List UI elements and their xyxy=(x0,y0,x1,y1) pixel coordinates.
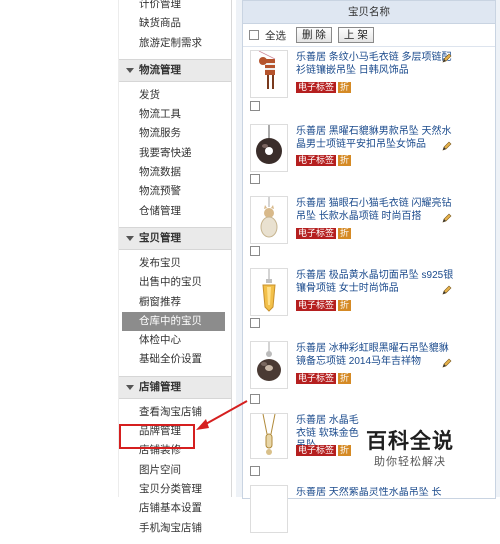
row-checkbox[interactable] xyxy=(250,101,260,111)
list-button[interactable]: 上 架 xyxy=(337,27,374,43)
section-goods-header[interactable]: 宝贝管理 xyxy=(119,226,231,250)
row-checkbox[interactable] xyxy=(250,394,260,404)
discount-badge: 折 xyxy=(338,154,352,166)
e-tag-badge: 电子标签 xyxy=(296,227,337,239)
collapse-triangle-icon xyxy=(126,384,134,390)
product-thumbnail[interactable] xyxy=(250,341,288,389)
sidebar-item-logistics-service[interactable]: 物流服务 xyxy=(119,124,231,143)
product-tags: 电子标签折 xyxy=(296,81,352,93)
discount-badge: 折 xyxy=(338,372,352,384)
product-title-link[interactable]: 乐善居 极品黄水晶切面吊坠 s925银镶骨项链 女士时尚饰品 xyxy=(296,270,456,295)
sidebar-item-mobile-store[interactable]: 手机淘宝店铺 xyxy=(119,519,231,538)
e-tag-badge: 电子标签 xyxy=(296,444,337,456)
row-checkbox[interactable] xyxy=(250,246,260,256)
row-checkbox[interactable] xyxy=(250,318,260,328)
collapse-triangle-icon xyxy=(126,235,134,241)
e-tag-badge: 电子标签 xyxy=(296,154,337,166)
product-title-link[interactable]: 乐善居 天然紫晶灵性水晶吊坠 长 xyxy=(296,487,486,500)
product-title-link[interactable]: 乐善居 猫眼石小猫毛衣链 闪耀亮钻吊坠 长款水晶项链 时尚百搭 xyxy=(296,198,456,223)
highlight-box xyxy=(119,424,195,449)
sidebar-item-image-space[interactable]: 图片空间 xyxy=(119,461,231,480)
product-tags: 电子标签折 xyxy=(296,154,352,166)
sidebar-item-out-of-stock[interactable]: 缺货商品 xyxy=(119,14,231,33)
discount-badge: 折 xyxy=(338,227,352,239)
sidebar-item-logistics-data[interactable]: 物流数据 xyxy=(119,163,231,182)
edit-pencil-icon[interactable] xyxy=(441,212,453,224)
product-tags: 电子标签折 xyxy=(296,444,352,456)
product-thumbnail[interactable] xyxy=(250,268,288,316)
e-tag-badge: 电子标签 xyxy=(296,81,337,93)
sidebar-item-in-warehouse[interactable]: 仓库中的宝贝 xyxy=(122,311,225,332)
product-thumbnail[interactable] xyxy=(250,485,288,533)
sidebar-item-category[interactable]: 宝贝分类管理 xyxy=(119,480,231,499)
sidebar-item-logistics-tools[interactable]: 物流工具 xyxy=(119,105,231,124)
row-checkbox[interactable] xyxy=(250,466,260,476)
sidebar-item-showcase[interactable]: 橱窗推荐 xyxy=(119,293,231,312)
product-tags: 电子标签折 xyxy=(296,227,352,239)
sidebar-item-send-express[interactable]: 我要寄快递 xyxy=(119,144,231,163)
discount-badge: 折 xyxy=(338,299,352,311)
collapse-triangle-icon xyxy=(126,67,134,73)
edit-pencil-icon[interactable] xyxy=(441,357,453,369)
section-title: 宝贝管理 xyxy=(139,231,181,244)
sidebar-item-on-sale[interactable]: 出售中的宝贝 xyxy=(119,273,231,292)
sidebar: 计价管理 缺货商品 旅游定制需求 物流管理 发货 物流工具 物流服务 我要寄快递… xyxy=(118,0,232,534)
discount-badge: 折 xyxy=(338,444,352,456)
sidebar-item-price-manage[interactable]: 计价管理 xyxy=(119,0,231,14)
sidebar-item-travel-custom[interactable]: 旅游定制需求 xyxy=(119,34,231,53)
sidebar-item-base-price[interactable]: 基础全价设置 xyxy=(119,350,231,369)
product-thumbnail[interactable] xyxy=(250,413,288,459)
product-tags: 电子标签折 xyxy=(296,299,352,311)
sidebar-item-health-check[interactable]: 体检中心 xyxy=(119,331,231,350)
watermark: 百科全说 助你轻松解决 xyxy=(352,420,470,472)
section-logistics-header[interactable]: 物流管理 xyxy=(119,58,231,82)
sidebar-item-logistics-alert[interactable]: 物流预警 xyxy=(119,182,231,201)
product-tags: 电子标签折 xyxy=(296,372,352,384)
product-thumbnail[interactable] xyxy=(250,124,288,172)
edit-pencil-icon[interactable] xyxy=(441,284,453,296)
watermark-title: 百科全说 xyxy=(366,430,454,453)
select-all-label: 全选 xyxy=(265,29,286,42)
e-tag-badge: 电子标签 xyxy=(296,372,337,384)
section-title: 店铺管理 xyxy=(139,380,181,393)
row-checkbox[interactable] xyxy=(250,174,260,184)
section-store-header[interactable]: 店铺管理 xyxy=(119,375,231,399)
sidebar-item-publish[interactable]: 发布宝贝 xyxy=(119,254,231,273)
delete-button[interactable]: 删 除 xyxy=(296,27,332,43)
column-header-name: 宝贝名称 xyxy=(243,1,495,24)
watermark-subtitle: 助你轻松解决 xyxy=(374,456,446,468)
table-toolbar: 全选 删 除 上 架 xyxy=(243,24,495,47)
select-all-checkbox[interactable] xyxy=(249,30,259,40)
product-thumbnail[interactable] xyxy=(250,196,288,244)
product-thumbnail[interactable] xyxy=(250,50,288,98)
product-title-link[interactable]: 乐善居 冰种彩虹眼黑曜石吊坠貔貅镜备忘项链 2014马年吉祥物 xyxy=(296,343,456,368)
sidebar-item-ship[interactable]: 发货 xyxy=(119,86,231,105)
sidebar-item-view-store[interactable]: 查看淘宝店铺 xyxy=(119,403,231,422)
e-tag-badge: 电子标签 xyxy=(296,299,337,311)
sidebar-item-store-settings[interactable]: 店铺基本设置 xyxy=(119,499,231,518)
product-title-link[interactable]: 乐善居 条纹小马毛衣链 多层项链配衫链镶嵌吊坠 日韩风饰品 xyxy=(296,52,456,77)
sidebar-item-warehouse[interactable]: 仓储管理 xyxy=(119,202,231,221)
edit-pencil-icon[interactable] xyxy=(441,52,453,64)
section-title: 物流管理 xyxy=(139,63,181,76)
product-title-link[interactable]: 乐善居 黑曜石貔貅男款吊坠 天然水晶男士项链平安扣吊坠女饰品 xyxy=(296,126,456,151)
edit-pencil-icon[interactable] xyxy=(441,140,453,152)
discount-badge: 折 xyxy=(338,81,352,93)
